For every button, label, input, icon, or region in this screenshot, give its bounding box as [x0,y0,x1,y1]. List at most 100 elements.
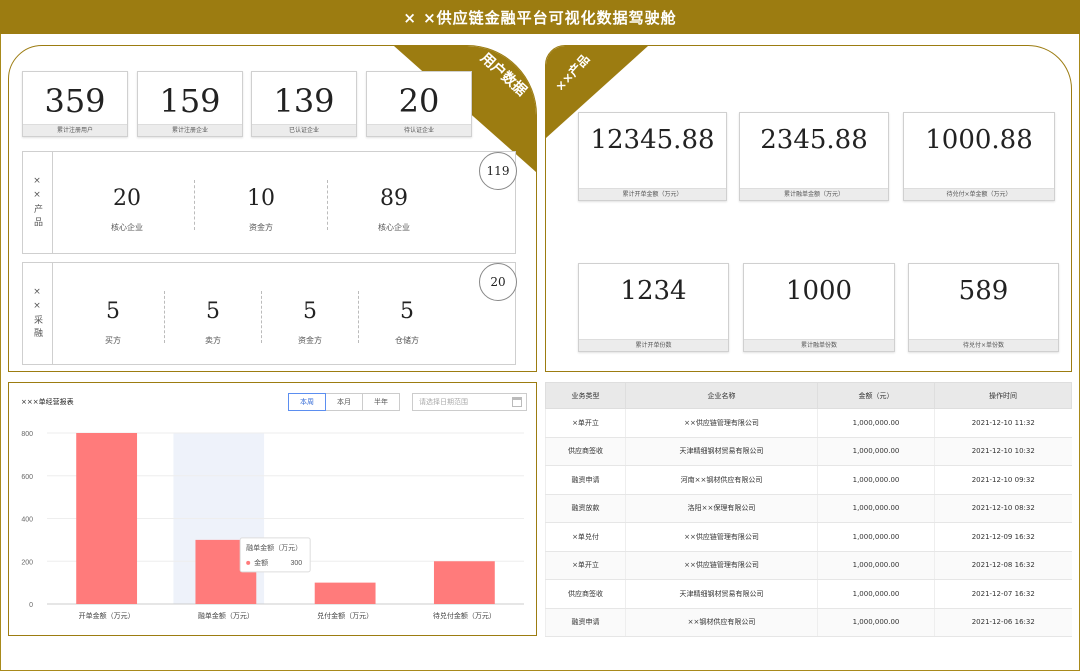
y-tick-label: 200 [21,559,33,566]
cell-company-name: 洛阳××保理有限公司 [625,494,818,523]
finance-item-value: 5 [303,299,317,324]
user-data-panel: 用户数据 359 累计注册用户 159 累计注册企业 139 已认证企业 20 … [8,45,537,372]
table-row: ×单兑付 ××供应链管理有限公司 1,000,000.00 2021-12-09 16… [545,522,1072,552]
stat-value: 589 [958,276,1009,306]
table-row: ×单开立 ××供应链管理有限公司 1,000,000.00 2021-12-08 16… [545,551,1072,580]
stat-card-total-financed-amount: 2345.88 累计融单金额（万元） [739,112,889,201]
finance-item-label: 买方 [105,336,121,345]
date-range-input[interactable]: 请选择日期范围 [412,393,527,411]
stat-card-pending-redemption-count: 589 待兑付×单份数 [908,263,1059,352]
report-chart-panel: ×××单经营报表 本周 本月 半年 请选择日期范围 0 200 400 600 800 开… [8,382,537,636]
product-item-value: 89 [380,186,408,211]
stat-card-total-financed-count: 1000 累计融单份数 [743,263,895,352]
table-row: ×单开立 ××供应链管理有限公司 1,000,000.00 2021-12-10 11… [545,408,1072,438]
stat-label: 已认证企业 [252,124,356,136]
cell-operation-time: 2021-12-06 16:32 [934,608,1072,637]
cell-operation-time: 2021-12-08 16:32 [934,551,1072,580]
cell-amount: 1,000,000.00 [817,608,935,637]
finance-item-funder: 5 资金方 [262,263,358,364]
finance-group-side: ××采融 [23,263,53,364]
product-item-label: 资金方 [249,223,273,232]
stat-value: 1000 [785,276,853,306]
finance-item-label: 资金方 [298,336,322,345]
product-item-value: 20 [113,186,141,211]
period-week-button[interactable]: 本周 [288,393,326,411]
finance-item-buyer: 5 买方 [63,263,163,364]
stat-value: 159 [159,82,221,120]
product-panel: ××产品 12345.88 累计开单金额（万元） 2345.88 累计融单金额（… [545,45,1072,372]
cell-operation-time: 2021-12-10 08:32 [934,494,1072,523]
y-tick-label: 600 [21,474,33,481]
cell-operation-time: 2021-12-10 10:32 [934,437,1072,466]
stat-card-verified-companies: 139 已认证企业 [251,71,357,137]
cell-business-type: 融资放款 [545,494,626,523]
cell-company-name: ××钢材供应有限公司 [625,608,818,637]
bar-chart: 0 200 400 600 800 开单金额（万元） 融单金额（万元） 兑付金额（万元） 待兑付… [21,431,524,620]
product-group-side: ××产品 [23,152,53,253]
x-tick-label: 兑付金额（万元） [317,611,373,620]
stat-card-pending-redemption-amount: 1000.88 待兑付×单金额（万元） [903,112,1055,201]
stat-label: 待兑付×单金额（万元） [904,188,1054,200]
product-item-label: 核心企业 [111,223,143,232]
period-halfyear-button[interactable]: 半年 [362,393,400,411]
cell-amount: 1,000,000.00 [817,551,935,580]
table-header-row: 业务类型 企业名称 金额（元） 操作时间 [545,382,1072,409]
product-item-funder: 10 资金方 [195,152,327,253]
tooltip-marker [246,560,251,565]
operations-table: 业务类型 企业名称 金额（元） 操作时间 ×单开立 ××供应链管理有限公司 1,00… [545,382,1072,637]
finance-item-value: 5 [106,299,120,324]
period-switch: 本周 本月 半年 [288,393,400,411]
cell-business-type: 融资申请 [545,465,626,495]
col-business-type: 业务类型 [545,382,626,409]
x-tick-label: 融单金额（万元） [198,611,254,620]
table-row: 融资放款 洛阳××保理有限公司 1,000,000.00 2021-12-10 08:… [545,494,1072,523]
product-group: ××产品 20 核心企业 10 资金方 89 核心企业 119 [22,151,517,254]
cell-operation-time: 2021-12-07 16:32 [934,579,1072,609]
finance-item-warehouse: 5 仓储方 [359,263,455,364]
stat-value: 1234 [620,276,687,306]
x-tick-label: 开单金额（万元） [79,611,135,620]
cell-amount: 1,000,000.00 [817,494,935,523]
cell-business-type: 融资申请 [545,608,626,637]
cell-amount: 1,000,000.00 [817,579,935,609]
table-row: 供应商签收 天津精细钢材贸易有限公司 1,000,000.00 2021-12-10 … [545,437,1072,466]
finance-item-seller: 5 卖方 [165,263,261,364]
bar [314,582,376,604]
y-tick-label: 0 [29,602,33,609]
stat-value: 2345.88 [760,125,868,155]
stat-card-total-issued-count: 1234 累计开单份数 [578,263,729,352]
col-company-name: 企业名称 [625,382,818,409]
stat-value: 139 [273,82,335,120]
cell-company-name: 天津精细钢材贸易有限公司 [625,579,818,609]
period-month-button[interactable]: 本月 [325,393,363,411]
stat-label: 累计开单份数 [579,339,728,351]
table-row: 融资申请 ××钢材供应有限公司 1,000,000.00 2021-12-06 16:… [545,608,1072,637]
cell-business-type: ×单兑付 [545,522,626,552]
x-tick-label: 待兑付金额（万元） [433,611,496,620]
stat-card-total-issued-amount: 12345.88 累计开单金额（万元） [578,112,727,201]
stat-label: 累计融单份数 [744,339,894,351]
stat-value: 1000.88 [925,125,1033,155]
bar [433,561,495,604]
cell-amount: 1,000,000.00 [817,522,935,552]
tooltip-value: 300 [290,560,302,567]
cell-business-type: 供应商签收 [545,579,626,609]
cell-company-name: ××供应链管理有限公司 [625,522,818,552]
stat-label: 累计融单金额（万元） [740,188,888,200]
product-item-core-enterprise: 20 核心企业 [61,152,193,253]
stat-label: 累计注册企业 [138,124,242,136]
cell-business-type: ×单开立 [545,551,626,580]
stat-card-registered-companies: 159 累计注册企业 [137,71,243,137]
cell-company-name: ××供应链管理有限公司 [625,408,818,438]
product-item-label: 核心企业 [378,223,410,232]
y-tick-label: 400 [21,517,33,524]
tooltip-title: 融单金额（万元） [246,543,302,552]
tooltip-series: 金额 [254,558,268,567]
product-count-badge: 119 [479,152,517,190]
finance-item-value: 5 [206,299,220,324]
product-item-core-enterprise-2: 89 核心企业 [328,152,460,253]
cell-amount: 1,000,000.00 [817,437,935,466]
finance-item-value: 5 [400,299,414,324]
cell-company-name: 河南××钢材供应有限公司 [625,465,818,495]
stat-value: 20 [398,82,440,120]
